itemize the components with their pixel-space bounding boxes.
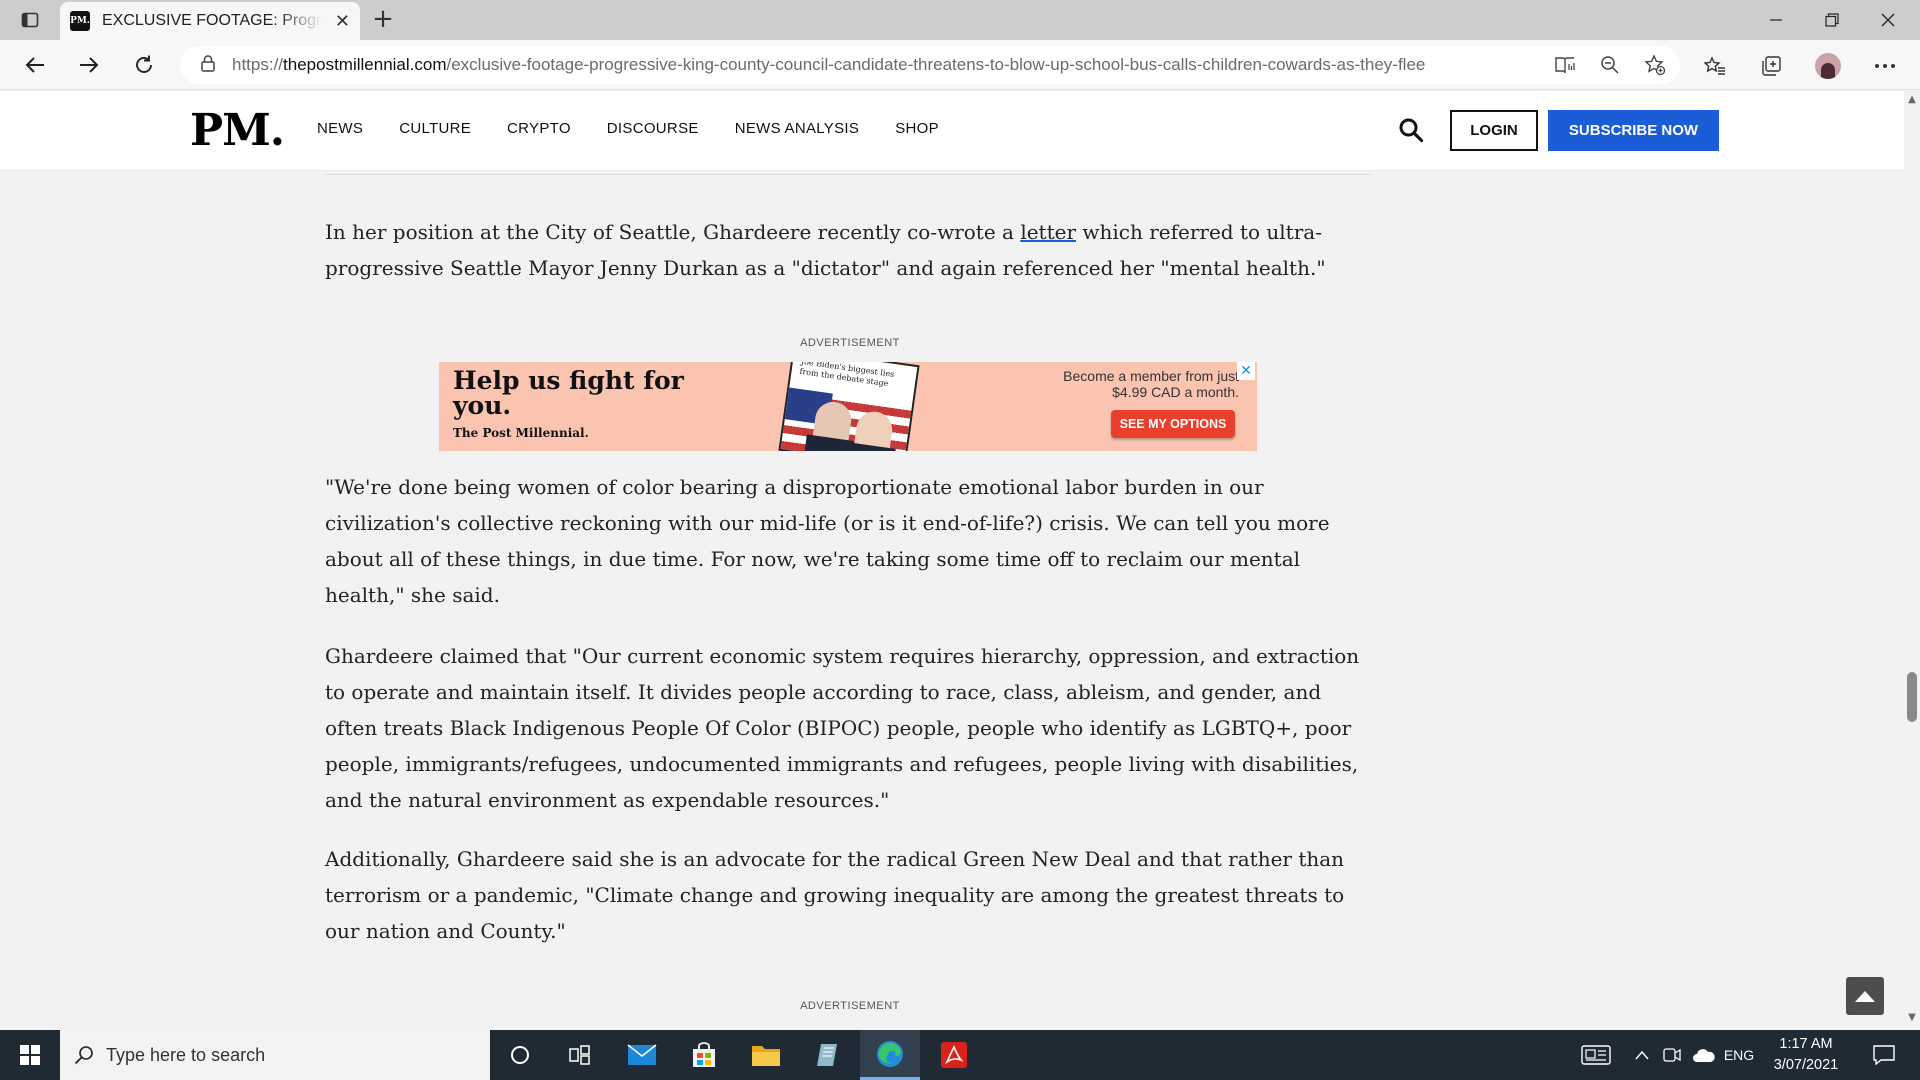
windows-taskbar: Type here to search ENG 1:17 AM 3/07/202… [0,1030,1920,1080]
acrobat-reader-icon[interactable] [924,1030,984,1080]
forward-icon[interactable] [72,50,106,80]
tab-title: EXCLUSIVE FOOTAGE: Progressive King Coun… [102,12,322,29]
tab-close-icon[interactable]: ✕ [335,11,350,32]
nav-crypto[interactable]: CRYPTO [507,120,571,137]
onedrive-cloud-icon[interactable] [1688,1030,1720,1080]
article-paragraph-3: Ghardeere claimed that "Our current econ… [325,644,1360,812]
main-nav: NEWS CULTURE CRYPTO DISCOURSE NEWS ANALY… [317,120,975,137]
taskbar-clock[interactable]: 1:17 AM 3/07/2021 [1758,1034,1854,1076]
advertisement-label: ADVERTISEMENT [800,337,900,349]
tab-actions-icon[interactable] [14,8,46,32]
new-tab-icon[interactable]: + [368,6,398,34]
lock-icon[interactable] [200,54,216,76]
site-header: PM. NEWS CULTURE CRYPTO DISCOURSE NEWS A… [0,91,1904,171]
site-favicon-icon: PM. [70,11,90,31]
favorites-icon[interactable] [1700,52,1730,80]
url-host: thepostmillennial.com [283,55,447,74]
scroll-down-icon[interactable]: ▼ [1904,1012,1920,1026]
clock-date: 3/07/2021 [1773,1057,1839,1073]
immersive-reader-icon[interactable] [1552,52,1578,78]
file-explorer-icon[interactable] [736,1030,796,1080]
more-options-icon[interactable] [1870,52,1900,80]
add-favorite-icon[interactable] [1642,52,1668,78]
ad-headline: Help us fight for you. [453,366,684,420]
subscribe-button[interactable]: SUBSCRIBE NOW [1548,110,1719,151]
advertisement-banner[interactable]: Help us fight for you. The Post Millenni… [439,362,1257,451]
taskbar-search-box[interactable]: Type here to search [60,1030,490,1080]
store-icon[interactable] [674,1030,734,1080]
nav-news[interactable]: NEWS [317,120,363,137]
content-divider [325,174,1371,175]
site-logo[interactable]: PM. [190,105,285,156]
search-icon [74,1046,93,1065]
edge-browser-icon[interactable] [860,1030,920,1080]
nav-discourse[interactable]: DISCOURSE [607,120,699,137]
zoom-icon[interactable] [1597,52,1623,78]
scroll-up-icon[interactable]: ▲ [1904,94,1920,108]
restore-icon[interactable] [1804,0,1860,40]
ad-brand: The Post Millennial. [453,426,589,440]
advertisement-label-2: ADVERTISEMENT [800,1000,900,1012]
ad-offer-line: $4.99 CAD a month. [1112,384,1239,400]
chevron-up-icon[interactable] [1630,1030,1654,1080]
language-indicator[interactable]: ENG [1724,1030,1754,1080]
article-paragraph-2: "We're done being women of color bearing… [325,475,1330,607]
refresh-icon[interactable] [127,50,161,80]
windows-start-icon[interactable] [0,1030,60,1080]
ad-close-icon[interactable]: ✕ [1237,362,1255,380]
clock-time: 1:17 AM [1779,1036,1833,1052]
app-icon[interactable] [798,1030,858,1080]
address-bar[interactable]: https://thepostmillennial.com/exclusive-… [180,46,1680,84]
profile-avatar[interactable] [1813,52,1843,80]
nav-news-analysis[interactable]: NEWS ANALYSIS [735,120,860,137]
minimize-icon[interactable] [1748,0,1804,40]
taskbar-search-placeholder: Type here to search [106,1044,266,1065]
ad-image-caption: Joe Biden's biggest lies from the debate… [799,362,895,389]
scrollbar-thumb[interactable] [1907,672,1917,722]
notifications-icon[interactable] [1864,1030,1904,1080]
window-close-icon[interactable] [1860,0,1916,40]
ad-image: Joe Biden's biggest lies from the debate… [778,362,920,451]
cortana-icon[interactable] [490,1030,550,1080]
mail-icon[interactable] [612,1030,672,1080]
article-paragraph-1: In her position at the City of Seattle, … [325,214,1375,286]
login-button[interactable]: LOGIN [1450,110,1538,151]
chevron-up-icon [1855,991,1875,1002]
url-prefix: https:// [232,55,284,74]
article-paragraph-4: Additionally, Ghardeere said she is an a… [325,847,1345,943]
url-path: /exclusive-footage-progressive-king-coun… [446,55,1426,74]
meet-now-icon[interactable] [1660,1030,1684,1080]
see-my-options-button[interactable]: SEE MY OPTIONS [1111,410,1235,438]
search-icon[interactable] [1398,117,1424,143]
browser-toolbar: https://thepostmillennial.com/exclusive-… [0,40,1920,90]
ad-offer-line: Become a member from just [1063,368,1239,384]
back-to-top-button[interactable] [1846,977,1884,1015]
browser-tab-bar: PM. EXCLUSIVE FOOTAGE: Progressive King … [0,0,1920,40]
news-and-interests-icon[interactable] [1576,1030,1616,1080]
browser-tab[interactable]: PM. EXCLUSIVE FOOTAGE: Progressive King … [60,2,360,40]
page-scrollbar[interactable] [1904,91,1920,1030]
letter-link[interactable]: letter [1020,220,1076,244]
back-icon[interactable] [18,50,52,80]
nav-shop[interactable]: SHOP [895,120,939,137]
ad-offer: Become a member from just $4.99 CAD a mo… [1039,368,1239,400]
nav-culture[interactable]: CULTURE [399,120,471,137]
paragraph-text: In her position at the City of Seattle, … [325,220,1021,244]
url-text[interactable]: https://thepostmillennial.com/exclusive-… [232,55,1542,75]
collections-icon[interactable] [1756,52,1786,80]
task-view-icon[interactable] [550,1030,610,1080]
